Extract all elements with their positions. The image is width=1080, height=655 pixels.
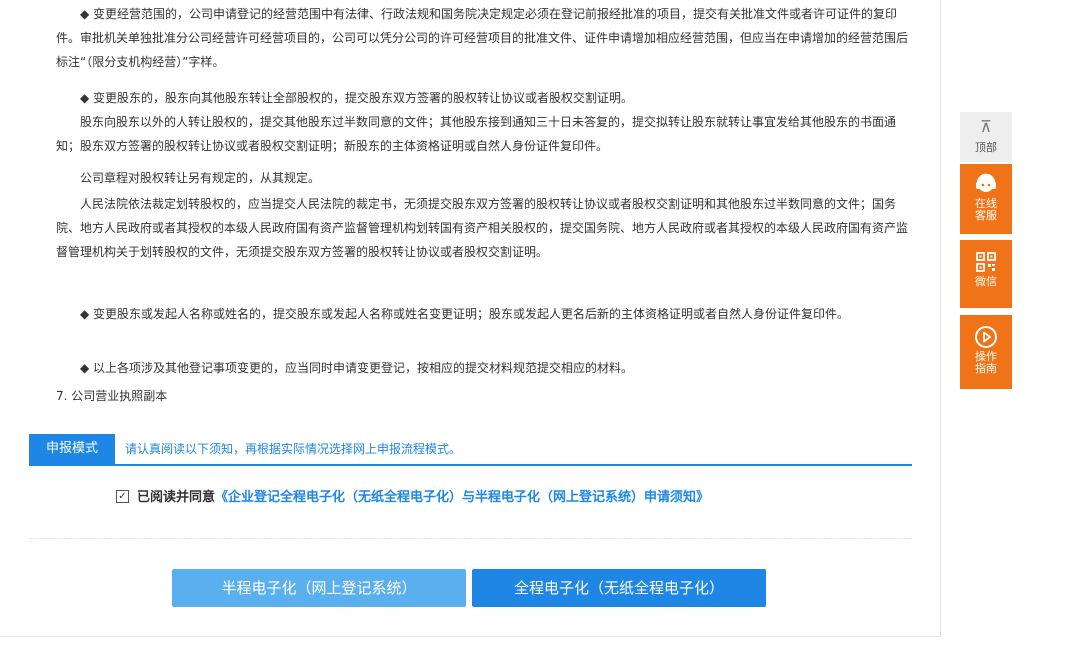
mode-bar: 申报模式 请认真阅读以下须知，再根据实际情况选择网上申报流程模式。: [29, 434, 912, 466]
wechat-button[interactable]: 微信: [960, 240, 1012, 308]
note-transfer-outside: 股东向股东以外的人转让股权的，提交其他股东过半数同意的文件；其他股东接到通知三十…: [56, 115, 897, 153]
back-to-top-label: 顶部: [975, 141, 997, 154]
half-electronic-button[interactable]: 半程电子化（网上登记系统）: [172, 569, 466, 607]
note-other-changes: ◆ 以上各项涉及其他登记事项变更的，应当同时申请变更登记，按相应的提交材料规范提…: [80, 361, 634, 375]
play-circle-icon: [975, 326, 997, 348]
note-business-scope: ◆ 变更经营范围的，公司申请登记的经营范围中有法律、行政法规和国务院决定规定必须…: [56, 7, 909, 69]
qr-code-icon: [976, 252, 996, 272]
full-electronic-button[interactable]: 全程电子化（无纸全程电子化）: [472, 569, 766, 607]
note-court-transfer: 人民法院依法裁定划转股权的，应当提交人民法院的裁定书，无须提交股东双方签署的股权…: [56, 197, 909, 259]
wechat-label: 微信: [975, 275, 997, 288]
agree-row: ✓ 已阅读并同意《企业登记全程电子化（无纸全程电子化）与半程电子化（网上登记系统）…: [116, 487, 709, 509]
divider: [29, 538, 912, 539]
mode-tag: 申报模式: [29, 434, 115, 464]
mode-tip: 请认真阅读以下须知，再根据实际情况选择网上申报流程模式。: [125, 442, 462, 456]
online-service-label-2: 客服: [975, 209, 997, 222]
back-to-top-button[interactable]: ⊼ 顶部: [960, 112, 1012, 162]
guide-label-2: 指南: [975, 362, 997, 375]
arrow-up-icon: ⊼: [980, 117, 992, 136]
customer-service-icon: [976, 173, 996, 192]
note-shareholder-change: ◆ 变更股东的，股东向其他股东转让全部股权的，提交股东双方签署的股权转让协议或者…: [80, 91, 634, 105]
operation-guide-button[interactable]: 操作 指南: [960, 315, 1012, 389]
list-item-license-copy: 7. 公司营业执照副本: [56, 389, 168, 403]
agree-checkbox[interactable]: ✓: [116, 490, 129, 503]
note-articles: 公司章程对股权转让另有规定的，从其规定。: [80, 171, 321, 185]
online-service-button[interactable]: 在线 客服: [960, 164, 1012, 234]
note-name-change: ◆ 变更股东或发起人名称或姓名的，提交股东或发起人名称或姓名变更证明；股东或发起…: [80, 307, 850, 321]
content-card: ◆ 变更经营范围的，公司申请登记的经营范围中有法律、行政法规和国务院决定规定必须…: [0, 0, 941, 637]
agree-prefix: 已阅读并同意: [137, 490, 216, 505]
notice-link[interactable]: 《企业登记全程电子化（无纸全程电子化）与半程电子化（网上登记系统）申请须知》: [215, 490, 709, 505]
